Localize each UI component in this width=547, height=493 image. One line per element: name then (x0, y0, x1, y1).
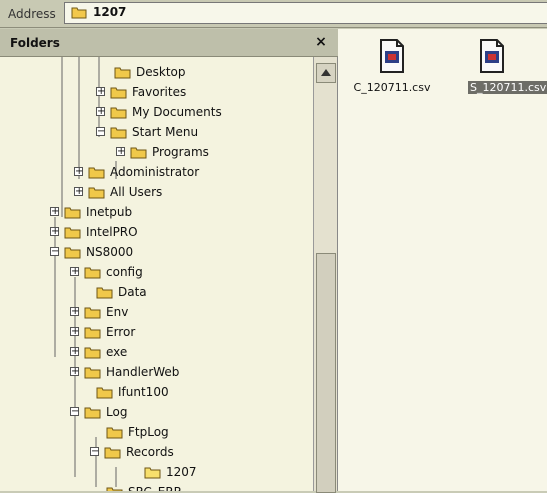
folder-icon (144, 467, 161, 479)
file-name: C_120711.csv (353, 81, 431, 94)
expand-icon[interactable]: + (116, 147, 125, 157)
tree-item-label: Log (106, 405, 128, 419)
csv-file-icon (480, 39, 504, 73)
tree-item-label: exe (106, 345, 128, 359)
folder-icon (88, 167, 105, 179)
files-pane: C_120711.csv S_120711.csv (338, 29, 547, 491)
expand-icon[interactable]: + (96, 107, 105, 117)
tree-item-label: Ifunt100 (118, 385, 169, 399)
folder-icon (106, 487, 123, 491)
tree-item-label: Adoministrator (110, 165, 200, 179)
folders-header: Folders × (0, 29, 338, 57)
folder-icon (84, 407, 101, 419)
collapse-icon[interactable]: − (90, 447, 99, 457)
expand-icon[interactable]: + (50, 207, 59, 217)
expand-icon[interactable]: + (96, 87, 105, 97)
tree-item-label: Inetpub (86, 205, 133, 219)
address-value: 1207 (93, 5, 127, 19)
close-icon[interactable]: × (313, 34, 329, 50)
file-item-c-120711[interactable]: C_120711.csv (344, 35, 440, 113)
folder-icon (64, 227, 81, 239)
tree-item-label: 1207 (166, 465, 197, 479)
folders-pane: Folders × Desktop + Favorites + My Documents… (0, 29, 338, 493)
expand-icon[interactable]: + (74, 167, 83, 177)
folder-icon (96, 287, 113, 299)
folders-scrollbar[interactable] (313, 57, 337, 493)
folder-icon (106, 427, 123, 439)
folder-icon (84, 267, 101, 279)
address-bar: Address 1207 (0, 0, 547, 28)
tree-item-label: Records (126, 445, 174, 459)
folder-icon (84, 367, 101, 379)
folder-icon (84, 347, 101, 359)
tree-item-label: Data (118, 285, 147, 299)
tree-item-label: Error (106, 325, 136, 339)
folder-icon (114, 67, 131, 79)
collapse-icon[interactable]: − (50, 247, 59, 257)
tree-item-label: My Documents (132, 105, 222, 119)
collapse-icon[interactable]: − (96, 127, 105, 137)
expand-icon[interactable]: + (74, 187, 83, 197)
tree-item-label: Favorites (132, 85, 187, 99)
expand-icon[interactable]: + (70, 327, 79, 337)
tree-item-label: Env (106, 305, 129, 319)
tree-item-label: Start Menu (132, 125, 199, 139)
tree-item-label: Programs (152, 145, 209, 159)
folder-icon (110, 127, 127, 139)
folder-icon (88, 187, 105, 199)
folder-icon (84, 307, 101, 319)
tree-item-label: NS8000 (86, 245, 134, 259)
folder-icon (71, 7, 87, 19)
expand-icon[interactable]: + (70, 267, 79, 277)
folders-title: Folders (10, 36, 60, 50)
scroll-thumb[interactable] (316, 253, 336, 493)
tree-item-label: HandlerWeb (106, 365, 180, 379)
csv-file-icon (380, 39, 404, 73)
file-name: S_120711.csv (468, 81, 547, 94)
file-item-s-120711[interactable]: S_120711.csv (444, 35, 547, 113)
folder-icon (104, 447, 121, 459)
folder-icon (110, 107, 127, 119)
address-field[interactable]: 1207 (64, 2, 547, 24)
expand-icon[interactable]: + (50, 227, 59, 237)
tree-item-label: Desktop (136, 65, 186, 79)
folder-icon (130, 147, 147, 159)
tree-item-label: config (106, 265, 143, 279)
expand-icon[interactable]: + (70, 347, 79, 357)
address-label: Address (8, 7, 56, 21)
tree-item-label: SRC_ERR (128, 485, 182, 491)
folder-icon (64, 247, 81, 259)
scroll-up-button[interactable] (316, 63, 336, 83)
collapse-icon[interactable]: − (70, 407, 79, 417)
expand-icon[interactable]: + (70, 367, 79, 377)
expand-icon[interactable]: + (70, 307, 79, 317)
tree-item-label: All Users (110, 185, 163, 199)
folder-icon (64, 207, 81, 219)
folder-icon (84, 327, 101, 339)
tree-item-label: FtpLog (128, 425, 169, 439)
folder-icon (110, 87, 127, 99)
folder-icon (96, 387, 113, 399)
folder-tree: Desktop + Favorites + My Documents − Start Men… (0, 57, 313, 491)
tree-item-label: IntelPRO (86, 225, 138, 239)
